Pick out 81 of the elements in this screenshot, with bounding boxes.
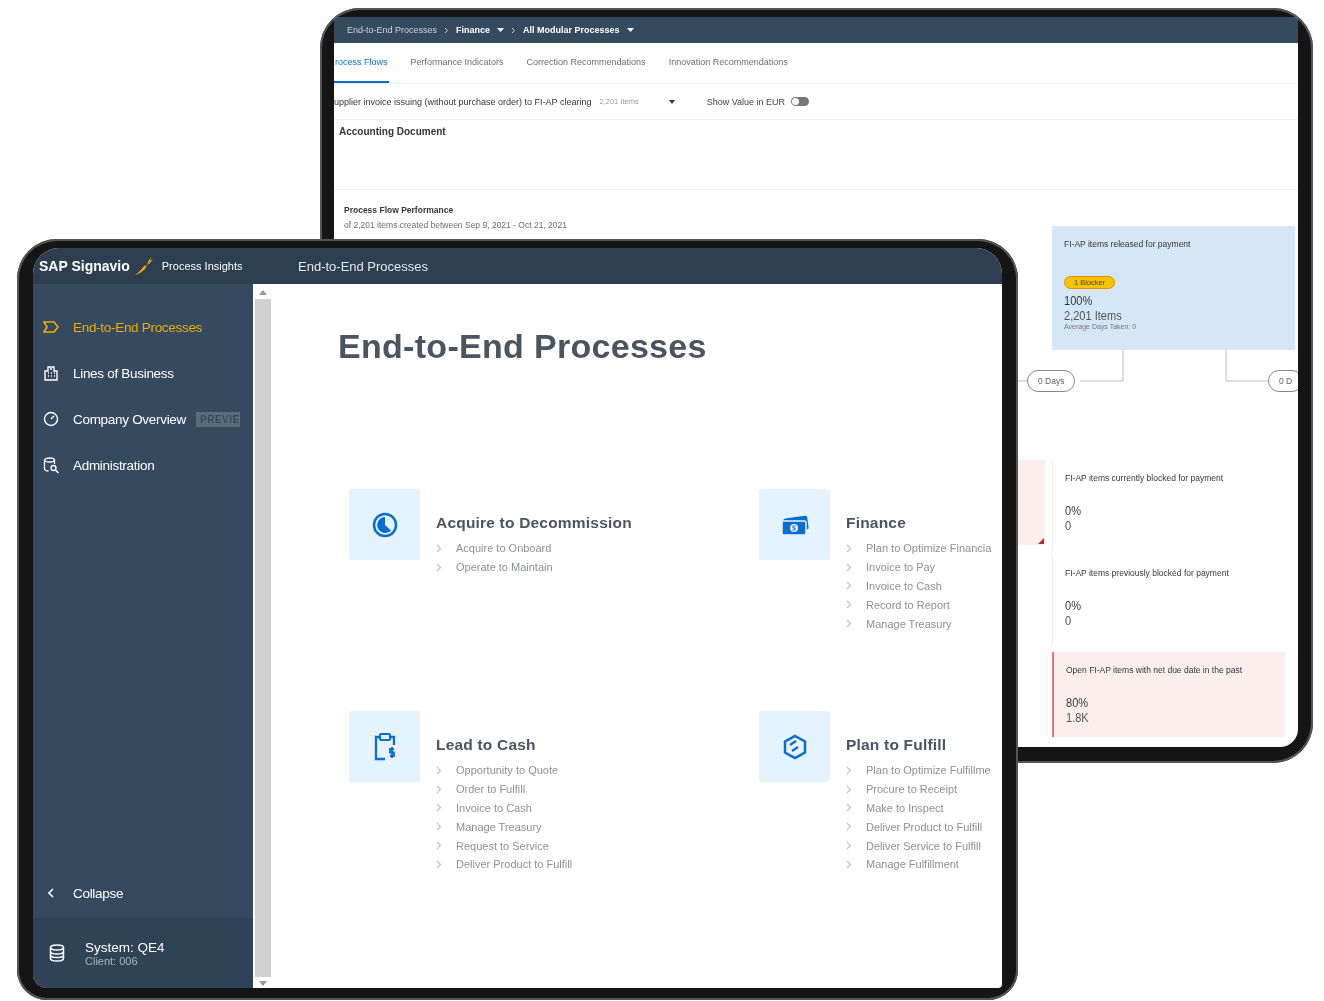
scroll-up-icon bbox=[258, 290, 267, 295]
process-link[interactable]: Plan to Optimize Fulfillme bbox=[866, 764, 991, 777]
flow-step-card[interactable]: Open FI-AP items with net due date in the past 80% 1.8K bbox=[1052, 652, 1285, 737]
process-dropdown[interactable]: upplier invoice issuing (without purchase order) to FI-AP clearing bbox=[334, 96, 592, 107]
sidebar-item[interactable]: Administration bbox=[33, 442, 253, 488]
percentage: 100% bbox=[1064, 293, 1093, 308]
process-link[interactable]: Manage Fulfillment bbox=[866, 858, 959, 871]
percentage: 0% bbox=[1065, 503, 1081, 518]
collapse-button[interactable]: Collapse bbox=[33, 868, 253, 918]
brand-name: SAP Signavio bbox=[39, 258, 130, 274]
duration-pill: 0 D bbox=[1268, 370, 1298, 392]
database-search-icon bbox=[42, 456, 60, 474]
card-title: Open FI-AP items with net due date in the past bbox=[1066, 665, 1243, 675]
tab[interactable]: Correction Recommendations bbox=[525, 43, 647, 83]
chevron-icon bbox=[444, 26, 450, 34]
process-link[interactable]: Order to Fulfill bbox=[456, 783, 526, 796]
warning-corner-icon bbox=[1038, 538, 1044, 544]
process-link[interactable]: Make to Inspect bbox=[866, 802, 944, 814]
process-link[interactable]: Deliver Service to Fulfill bbox=[866, 839, 981, 852]
clock-icon bbox=[370, 510, 399, 539]
system-name: System: QE4 bbox=[85, 939, 165, 955]
tab[interactable]: Performance Indicators bbox=[409, 43, 505, 83]
item-count: 2,201 Items bbox=[1064, 308, 1122, 323]
process-link[interactable]: Manage Treasury bbox=[866, 617, 952, 630]
breadcrumb-link[interactable]: All Modular Processes bbox=[523, 25, 634, 35]
tab[interactable]: Innovation Recommendations bbox=[667, 43, 789, 83]
process-icon bbox=[42, 321, 60, 333]
process-link[interactable]: Opportunity to Quote bbox=[456, 764, 559, 777]
chevron-left-icon bbox=[48, 888, 54, 898]
scroll-down-icon bbox=[258, 981, 267, 986]
process-link[interactable]: Procure to Receipt bbox=[866, 783, 958, 796]
clipboard-dollar-icon bbox=[372, 731, 397, 762]
process-link[interactable]: Request to Service bbox=[456, 839, 549, 852]
item-count: 1.8K bbox=[1066, 710, 1089, 725]
subtitle: of 2,201 items created between Sep 9, 2021 - Oct 21, 2021 bbox=[344, 220, 569, 230]
process-link[interactable]: Invoice to Cash bbox=[456, 802, 532, 814]
item-count: 0 bbox=[1065, 613, 1072, 628]
card-title: FI-AP items previously blocked for payment bbox=[1065, 568, 1229, 578]
process-link[interactable]: Deliver Product to Fulfill bbox=[866, 820, 983, 833]
card-title: FI-AP items currently blocked for payment bbox=[1065, 473, 1224, 483]
scrollbar-thumb[interactable] bbox=[254, 299, 271, 977]
process-link[interactable]: Operate to Maintain bbox=[456, 561, 553, 574]
process-group-title[interactable]: Finance bbox=[846, 514, 992, 532]
header-title: End-to-End Processes bbox=[298, 258, 429, 274]
process-link[interactable]: Manage Treasury bbox=[456, 820, 542, 833]
client-id: Client: 006 bbox=[85, 954, 138, 967]
duration-pill: 0 Days bbox=[1027, 370, 1076, 392]
chevron-icon bbox=[511, 26, 517, 34]
process-group-title[interactable]: Plan to Fulfill bbox=[846, 736, 991, 754]
building-icon bbox=[42, 365, 60, 381]
connector-line bbox=[1017, 380, 1027, 382]
caret-icon bbox=[668, 99, 675, 104]
product-name: Process Insights bbox=[161, 260, 243, 272]
process-link[interactable]: Acquire to Onboard bbox=[456, 542, 552, 555]
section-title: Accounting Document bbox=[339, 126, 446, 137]
process-link[interactable]: Invoice to Cash bbox=[866, 580, 942, 592]
section-title: Process Flow Performance bbox=[344, 205, 455, 215]
toggle-label: Show Value in EUR bbox=[706, 96, 786, 107]
process-group-title[interactable]: Lead to Cash bbox=[436, 736, 573, 754]
caret-icon bbox=[626, 28, 634, 32]
breadcrumb-link[interactable]: Finance bbox=[456, 25, 505, 35]
tab[interactable]: rocess Flows bbox=[334, 43, 389, 83]
process-link[interactable]: Deliver Product to Fulfill bbox=[456, 858, 573, 871]
process-link[interactable]: Record to Report bbox=[866, 598, 950, 611]
toggle-switch[interactable] bbox=[791, 97, 810, 106]
gauge-icon bbox=[42, 411, 60, 427]
breadcrumb-link[interactable]: End-to-End Processes bbox=[347, 25, 438, 35]
percentage: 0% bbox=[1065, 598, 1081, 613]
percentage: 80% bbox=[1066, 695, 1089, 710]
process-group-title[interactable]: Acquire to Decommission bbox=[436, 514, 632, 532]
card-title: FI-AP items released for payment bbox=[1064, 239, 1191, 249]
sidebar-item[interactable]: End-to-End Processes bbox=[33, 304, 253, 350]
caret-icon bbox=[497, 28, 505, 32]
database-icon bbox=[49, 944, 65, 962]
sidebar-item[interactable]: Lines of Business bbox=[33, 350, 253, 396]
page-heading: End-to-End Processes bbox=[338, 326, 708, 367]
process-link[interactable]: Plan to Optimize Financia bbox=[866, 542, 992, 555]
connector-line bbox=[1080, 349, 1124, 382]
item-count: 0 bbox=[1065, 518, 1072, 533]
process-link[interactable]: Invoice to Pay bbox=[866, 561, 936, 574]
connector-line bbox=[1225, 349, 1268, 382]
